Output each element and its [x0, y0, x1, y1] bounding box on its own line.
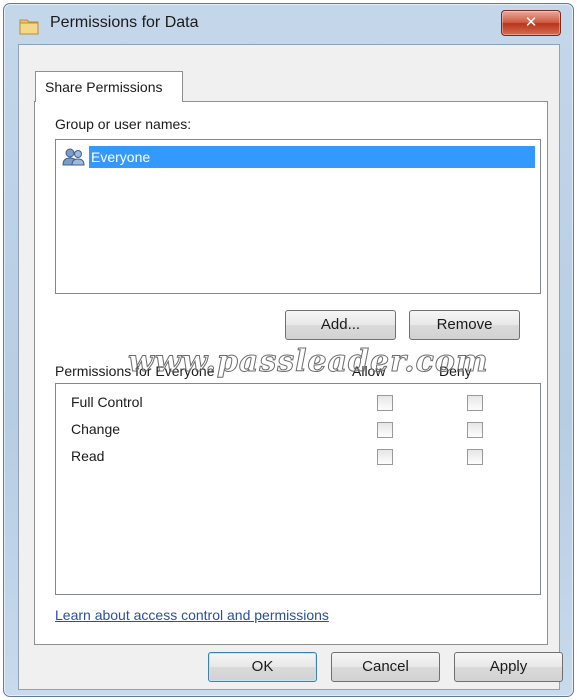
permission-row-change: Change	[56, 419, 540, 443]
read-deny-checkbox[interactable]	[467, 449, 483, 465]
cancel-button[interactable]: Cancel	[331, 652, 440, 682]
allow-column-header: Allow	[352, 363, 386, 379]
users-icon	[61, 147, 87, 167]
permission-row-full-control: Full Control	[56, 392, 540, 416]
list-item-label: Everyone	[89, 146, 535, 168]
tab-panel: Group or user names: Everyone Add... Rem…	[34, 101, 548, 645]
ok-button[interactable]: OK	[208, 652, 317, 682]
full-control-allow-checkbox[interactable]	[377, 395, 393, 411]
permissions-dialog: Permissions for Data ✕ Share Permissions…	[3, 3, 574, 697]
deny-column-header: Deny	[439, 363, 472, 379]
remove-button[interactable]: Remove	[409, 310, 520, 340]
group-list-label: Group or user names:	[55, 116, 192, 132]
permissions-header: Permissions for Everyone	[55, 363, 215, 379]
list-item-everyone[interactable]: Everyone	[61, 146, 535, 168]
permission-name: Read	[71, 448, 105, 464]
change-deny-checkbox[interactable]	[467, 422, 483, 438]
add-button[interactable]: Add...	[285, 310, 396, 340]
permissions-list: Full Control Change Read	[55, 383, 541, 595]
group-user-list[interactable]: Everyone	[55, 139, 541, 294]
window-title: Permissions for Data	[50, 14, 199, 31]
title-bar[interactable]: Permissions for Data ✕	[4, 4, 573, 44]
folder-icon	[18, 15, 40, 37]
apply-button[interactable]: Apply	[454, 652, 563, 682]
dialog-body: Share Permissions Group or user names: E…	[18, 44, 563, 690]
tab-share-permissions[interactable]: Share Permissions	[35, 71, 183, 102]
permission-row-read: Read	[56, 446, 540, 470]
close-button[interactable]: ✕	[501, 10, 561, 36]
access-control-help-link[interactable]: Learn about access control and permissio…	[55, 607, 329, 623]
change-allow-checkbox[interactable]	[377, 422, 393, 438]
full-control-deny-checkbox[interactable]	[467, 395, 483, 411]
read-allow-checkbox[interactable]	[377, 449, 393, 465]
permission-name: Full Control	[71, 394, 143, 410]
permission-name: Change	[71, 421, 121, 437]
